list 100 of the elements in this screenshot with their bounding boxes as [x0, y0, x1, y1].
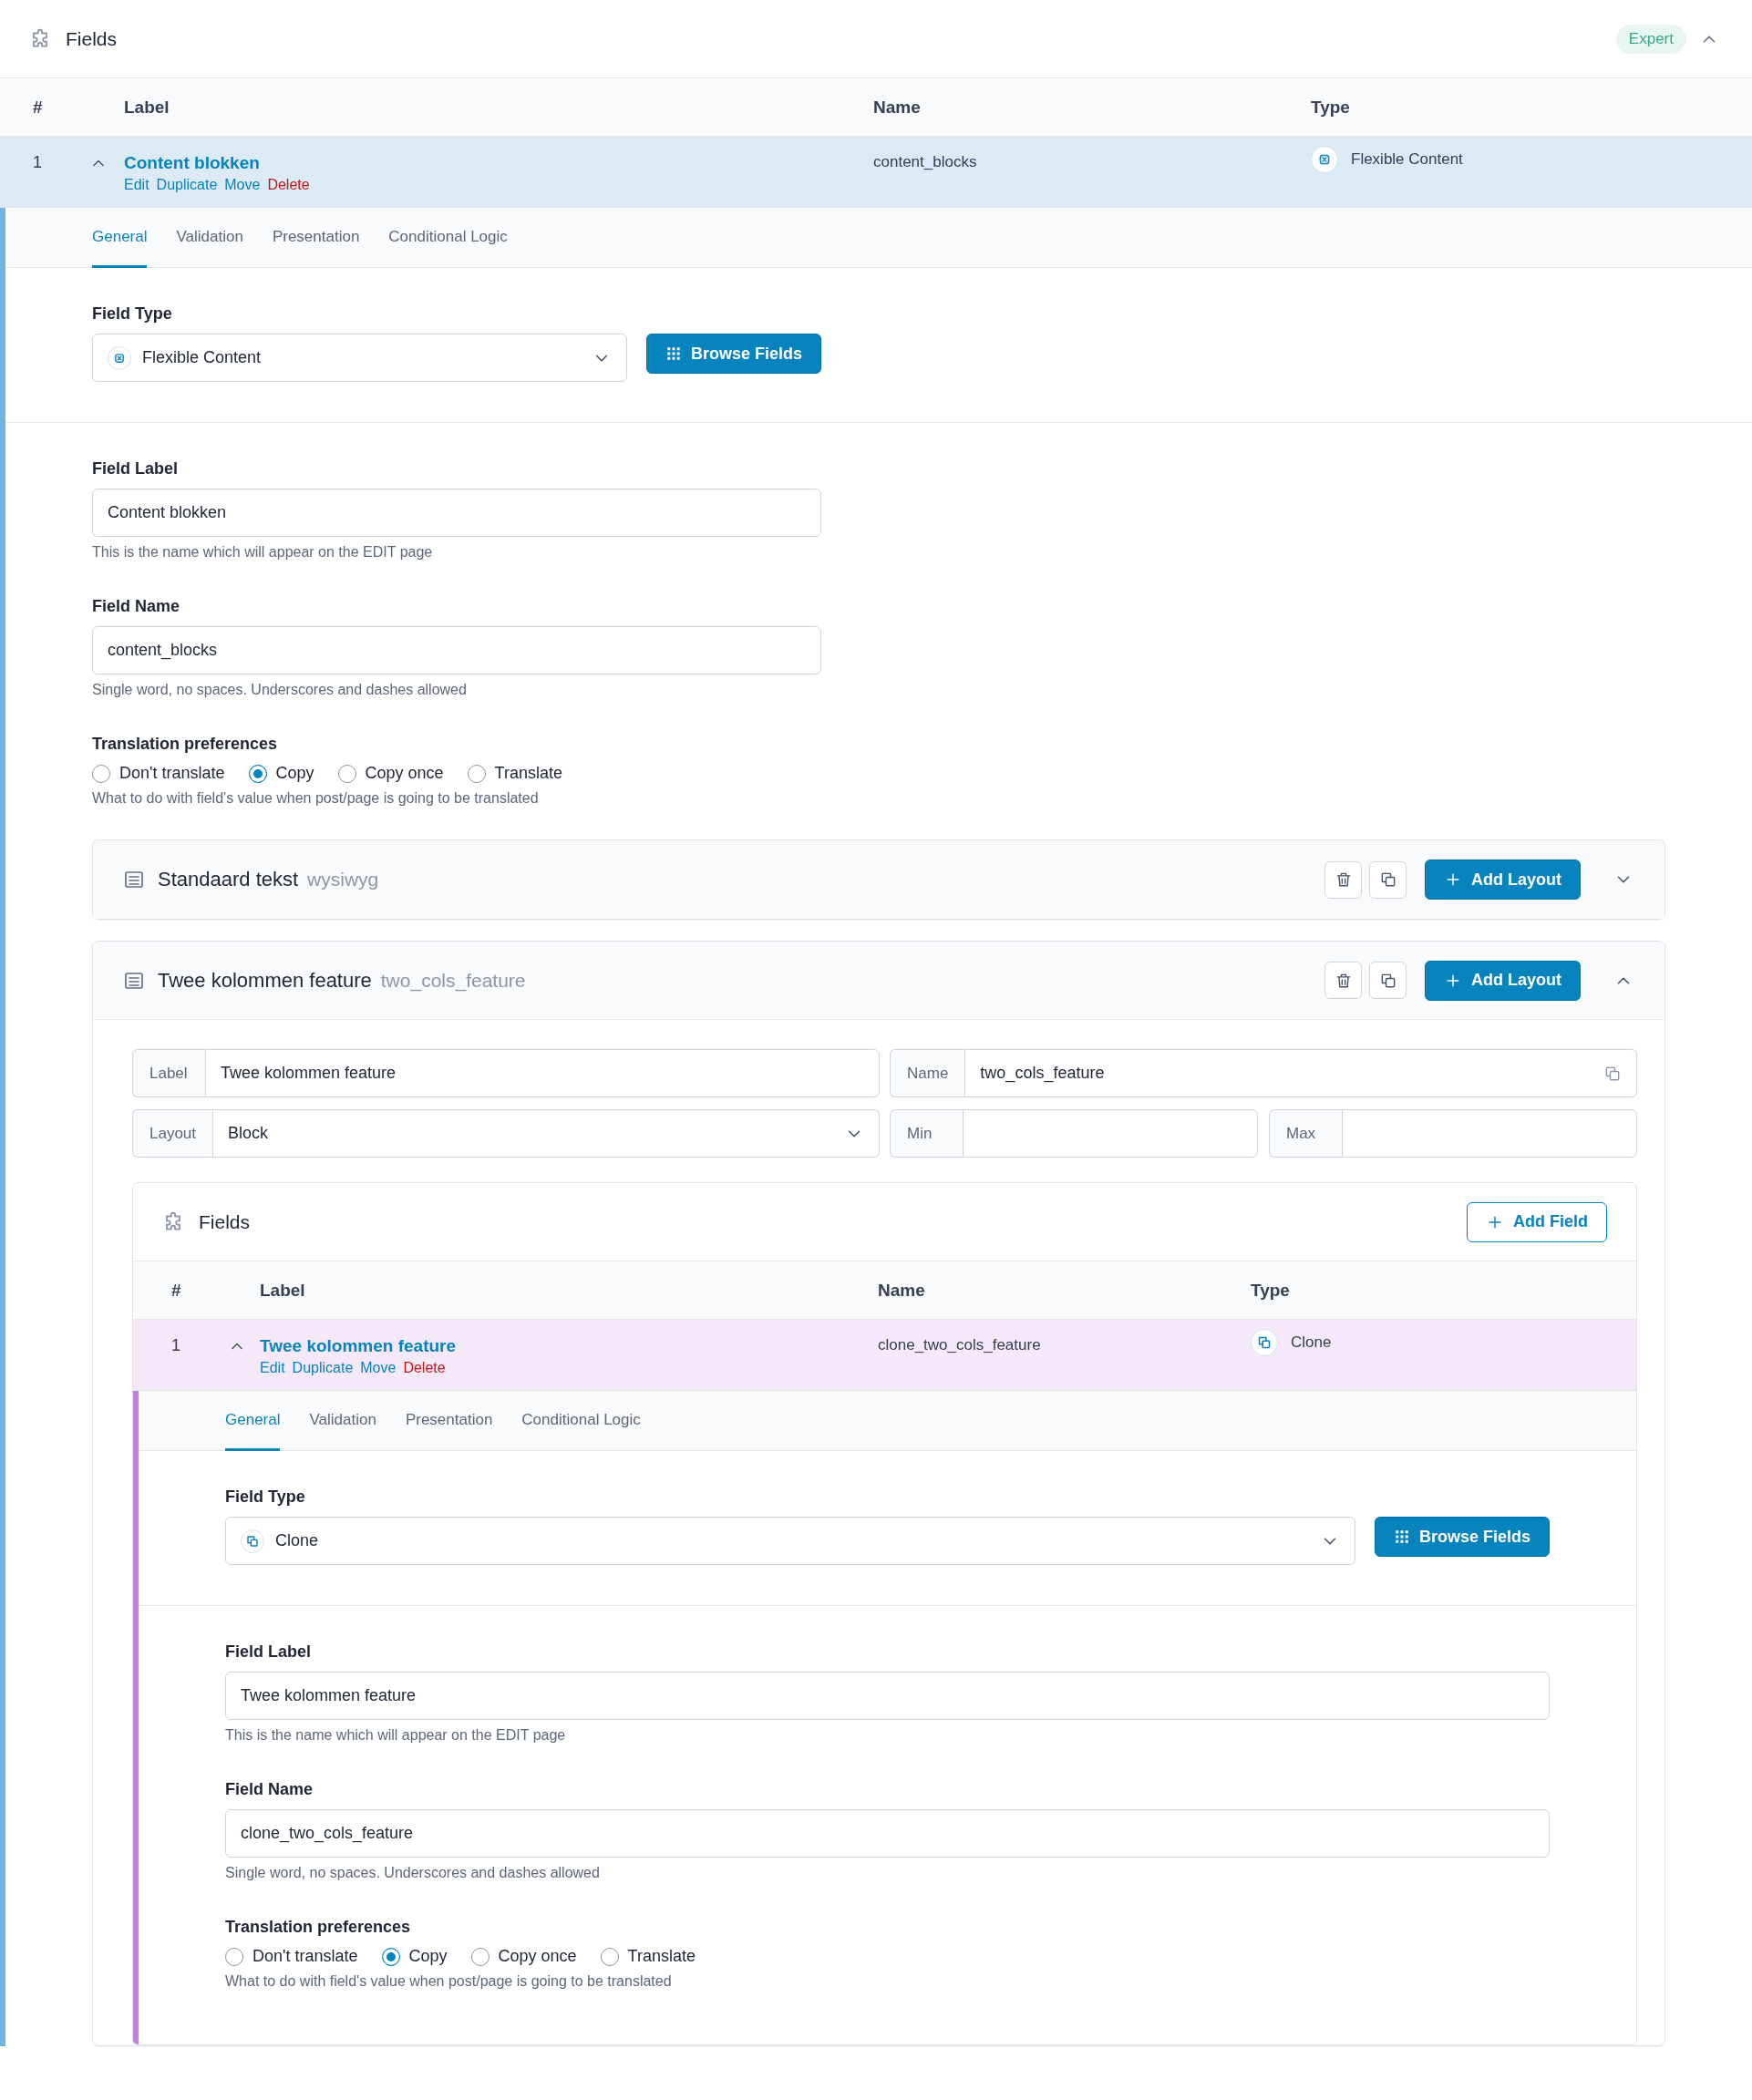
field-label: Field Name — [225, 1780, 314, 1799]
radio-button[interactable] — [248, 764, 267, 783]
radio-option[interactable]: Don't translate — [225, 1947, 358, 1966]
add-field-button[interactable]: Add Field — [1467, 1201, 1607, 1242]
input-label: Label — [132, 1049, 205, 1097]
help-text: What to do with field's value when post/page is going to be translated — [225, 1973, 673, 1990]
help-text: What to do with field's value when post/page is going to be translated — [92, 790, 540, 807]
text-input[interactable]: content_blocks — [92, 626, 821, 674]
duplicate-layout-button[interactable] — [1369, 962, 1407, 999]
delete-link[interactable]: Delete — [267, 177, 310, 193]
layout-slug: two_cols_feature — [380, 969, 526, 992]
text-input[interactable]: clone_two_cols_feature — [225, 1809, 1550, 1858]
radio-button[interactable] — [600, 1947, 619, 1966]
column-header: Name — [878, 1280, 926, 1301]
field-label: Translation preferences — [225, 1918, 412, 1937]
layout-select[interactable]: Block — [212, 1109, 880, 1158]
settings-tab[interactable]: Presentation — [405, 1391, 493, 1451]
field-label-link[interactable]: Twee kolommen feature — [260, 1336, 457, 1355]
layout-label-input[interactable]: Twee kolommen feature — [205, 1049, 880, 1097]
radio-option[interactable]: Don't translate — [92, 764, 225, 783]
radio-option[interactable]: Copy once — [470, 1947, 577, 1966]
browse-fields-button[interactable]: Browse Fields — [645, 334, 821, 374]
grid-icon — [665, 345, 682, 362]
add-layout-button[interactable]: Add Layout — [1425, 960, 1581, 1001]
settings-tab[interactable]: Presentation — [272, 208, 360, 268]
select-value: Clone — [275, 1531, 319, 1550]
column-header: Label — [124, 97, 170, 118]
action-link[interactable]: Edit — [124, 177, 149, 193]
radio-button[interactable] — [470, 1947, 490, 1966]
radio-option[interactable]: Copy — [248, 764, 314, 783]
min-input[interactable] — [963, 1109, 1258, 1158]
input-label: Layout — [132, 1109, 213, 1158]
layout-title: Twee kolommen feature — [158, 968, 372, 993]
field-type-text: Clone — [1291, 1333, 1332, 1352]
layout-title: Standaard tekst — [158, 868, 299, 891]
field-label: Field Type — [225, 1488, 306, 1507]
field-name-text: content_blocks — [873, 153, 978, 171]
delete-layout-button[interactable] — [1324, 962, 1362, 999]
action-link[interactable]: Edit — [260, 1360, 285, 1376]
radio-option[interactable]: Translate — [600, 1947, 696, 1966]
input-value: Twee kolommen feature — [221, 1064, 397, 1083]
layout-name-input[interactable]: two_cols_feature — [964, 1049, 1637, 1097]
action-link[interactable]: Move — [360, 1360, 397, 1376]
help-text: This is the name which will appear on the EDIT page — [92, 544, 434, 561]
field-label: Field Name — [92, 597, 181, 616]
duplicate-layout-button[interactable] — [1369, 860, 1407, 899]
field-type-select[interactable]: Clone — [225, 1517, 1355, 1565]
field-label-link[interactable]: Content blokken — [124, 153, 260, 172]
select-value: Flexible Content — [142, 348, 262, 367]
radio-option[interactable]: Translate — [467, 764, 562, 783]
input-label: Min — [890, 1109, 963, 1158]
grid-icon — [1393, 1529, 1410, 1545]
settings-tab[interactable]: Conditional Logic — [388, 208, 508, 268]
field-label: Field Label — [225, 1642, 313, 1662]
add-layout-button[interactable]: Add Layout — [1425, 860, 1581, 900]
settings-tab[interactable]: General — [225, 1391, 281, 1451]
input-label: Name — [890, 1049, 965, 1097]
radio-button[interactable] — [225, 1947, 243, 1966]
column-header: # — [33, 97, 44, 118]
action-link[interactable]: Duplicate — [156, 177, 218, 193]
field-name-text: clone_two_cols_feature — [878, 1336, 1042, 1354]
radio-button[interactable] — [337, 764, 356, 783]
field-label: Field Type — [92, 304, 173, 324]
help-text: Single word, no spaces. Underscores and dashes allowed — [225, 1865, 601, 1881]
squares-icon — [1311, 146, 1338, 173]
field-label: Field Label — [92, 459, 180, 479]
field-label: Translation preferences — [92, 735, 279, 754]
row-number: 1 — [33, 153, 43, 172]
list-icon — [123, 869, 145, 890]
max-input[interactable] — [1342, 1109, 1637, 1158]
text-input[interactable]: Twee kolommen feature — [225, 1672, 1550, 1720]
field-type-select[interactable]: Flexible Content — [92, 334, 627, 382]
delete-link[interactable]: Delete — [403, 1360, 446, 1376]
radio-option[interactable]: Copy — [381, 1947, 448, 1966]
column-header: Label — [260, 1280, 306, 1301]
text-input[interactable]: Content blokken — [92, 489, 821, 537]
panel-title: Fields — [199, 1210, 251, 1233]
radio-button[interactable] — [467, 764, 486, 783]
settings-tab[interactable]: Validation — [176, 208, 243, 268]
radio-button[interactable] — [92, 764, 110, 783]
radio-button[interactable] — [381, 1947, 400, 1966]
radio-option[interactable]: Copy once — [337, 764, 444, 783]
column-header: Type — [1251, 1280, 1291, 1301]
input-value: Block — [228, 1124, 269, 1143]
help-text: This is the name which will appear on the EDIT page — [225, 1727, 567, 1744]
copy-icon — [1251, 1329, 1278, 1356]
delete-layout-button[interactable] — [1324, 860, 1362, 899]
settings-tab[interactable]: Validation — [309, 1391, 376, 1451]
column-header: Name — [873, 97, 922, 118]
input-value: two_cols_feature — [980, 1064, 1105, 1083]
mode-badge: Expert — [1615, 24, 1686, 54]
action-link[interactable]: Duplicate — [292, 1360, 354, 1376]
layout-slug: wysiwyg — [307, 869, 379, 890]
input-label: Max — [1269, 1109, 1342, 1158]
action-link[interactable]: Move — [224, 177, 261, 193]
settings-tab[interactable]: Conditional Logic — [521, 1391, 641, 1451]
browse-fields-button[interactable]: Browse Fields — [1374, 1517, 1550, 1557]
column-header: # — [171, 1280, 182, 1301]
help-text: Single word, no spaces. Underscores and dashes allowed — [92, 682, 468, 698]
settings-tab[interactable]: General — [92, 208, 148, 268]
